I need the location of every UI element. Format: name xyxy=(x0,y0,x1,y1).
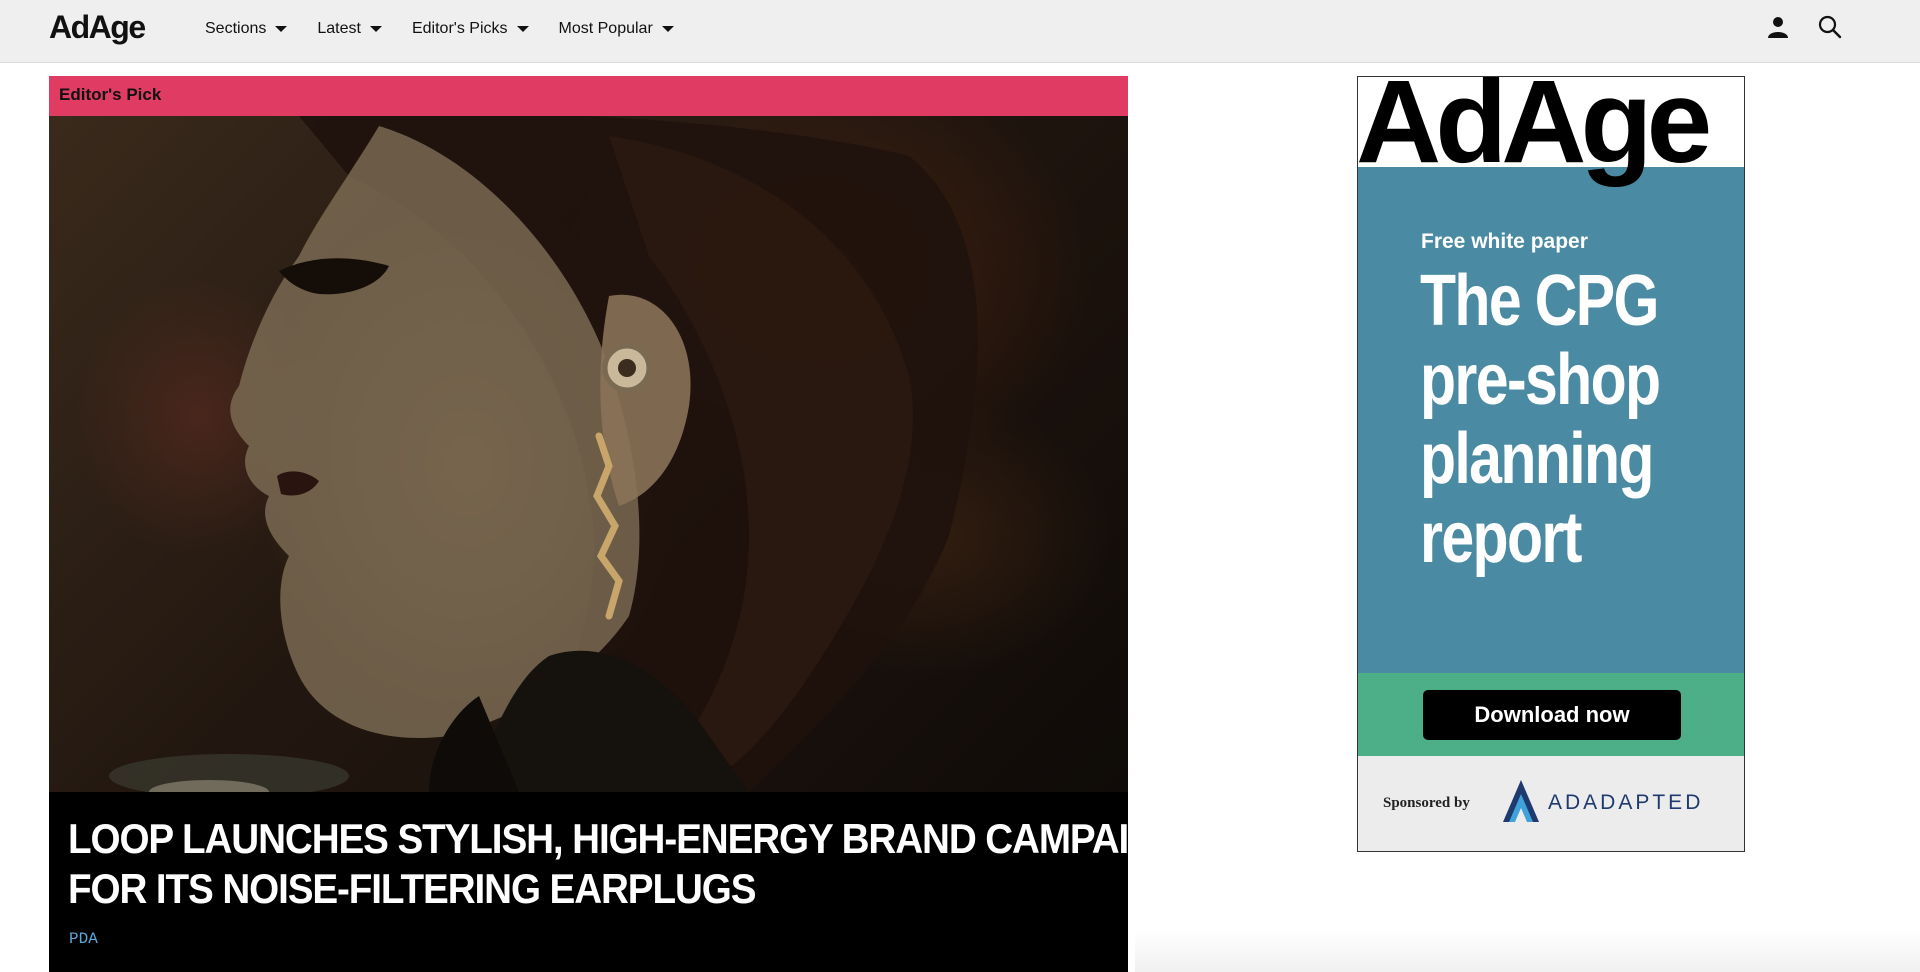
brand-tag-link[interactable]: PDA xyxy=(69,930,98,948)
site-header: AdAge Sections Latest Editor's Picks Mos… xyxy=(0,0,1920,63)
hero-image[interactable] xyxy=(49,116,1128,792)
adage-logo[interactable]: AdAge xyxy=(49,9,146,46)
sponsored-by-label: Sponsored by xyxy=(1383,795,1470,811)
nav-sections-label: Sections xyxy=(205,20,267,37)
ad-eyebrow: Free white paper xyxy=(1421,230,1588,253)
editors-pick-badge: Editor's Pick xyxy=(49,76,1128,116)
chevron-down-icon xyxy=(369,26,382,32)
nav-latest-label: Latest xyxy=(317,20,361,37)
ad-title-line-1: The CPG xyxy=(1420,261,1659,341)
nav-most-popular[interactable]: Most Popular xyxy=(559,20,674,38)
nav-sections[interactable]: Sections xyxy=(205,20,288,38)
headline-line-2: FOR ITS NOISE-FILTERING EARPLUGS xyxy=(68,865,757,912)
user-icon[interactable] xyxy=(1766,15,1790,39)
ad-logo-band: AdAge xyxy=(1358,77,1744,181)
hero-illustration xyxy=(109,116,978,792)
download-now-button[interactable]: Download now xyxy=(1423,690,1681,740)
adadapted-logo-icon xyxy=(1503,780,1539,822)
chevron-down-icon xyxy=(516,26,529,32)
headline-line-1: LOOP LAUNCHES STYLISH, HIGH-ENERGY BRAND… xyxy=(68,815,1128,862)
sponsor-name: ADADAPTED xyxy=(1548,791,1704,814)
chevron-down-icon xyxy=(661,26,674,32)
ad-title-line-2: pre-shop xyxy=(1420,340,1661,420)
ad-adage-logo: AdAge xyxy=(1357,76,1712,188)
nav-editors-picks[interactable]: Editor's Picks xyxy=(412,20,529,38)
chevron-down-icon xyxy=(275,26,288,32)
ad-title: The CPG pre-shop planning report xyxy=(1420,261,1661,578)
featured-story-card[interactable]: Editor's Pick LOOP LAUNCHES STYLISH, HIG… xyxy=(49,76,1128,972)
sidebar-advertisement[interactable]: AdAge Free white paper The CPG pre-shop … xyxy=(1357,76,1745,852)
nav-most-popular-label: Most Popular xyxy=(558,20,653,37)
nav-latest[interactable]: Latest xyxy=(317,20,382,38)
ad-title-line-3: planning xyxy=(1420,419,1654,499)
ad-sponsor-band: Sponsored by ADADAPTED xyxy=(1358,756,1744,851)
search-icon[interactable] xyxy=(1817,14,1843,40)
page-bottom-fade xyxy=(1135,930,1920,972)
ad-title-line-4: report xyxy=(1420,498,1582,578)
nav-editors-picks-label: Editor's Picks xyxy=(411,20,508,37)
story-headline[interactable]: LOOP LAUNCHES STYLISH, HIGH-ENERGY BRAND… xyxy=(68,814,1128,914)
main-nav: Sections Latest Editor's Picks Most Popu… xyxy=(205,20,704,38)
ad-cta-band: Download now xyxy=(1358,673,1744,756)
